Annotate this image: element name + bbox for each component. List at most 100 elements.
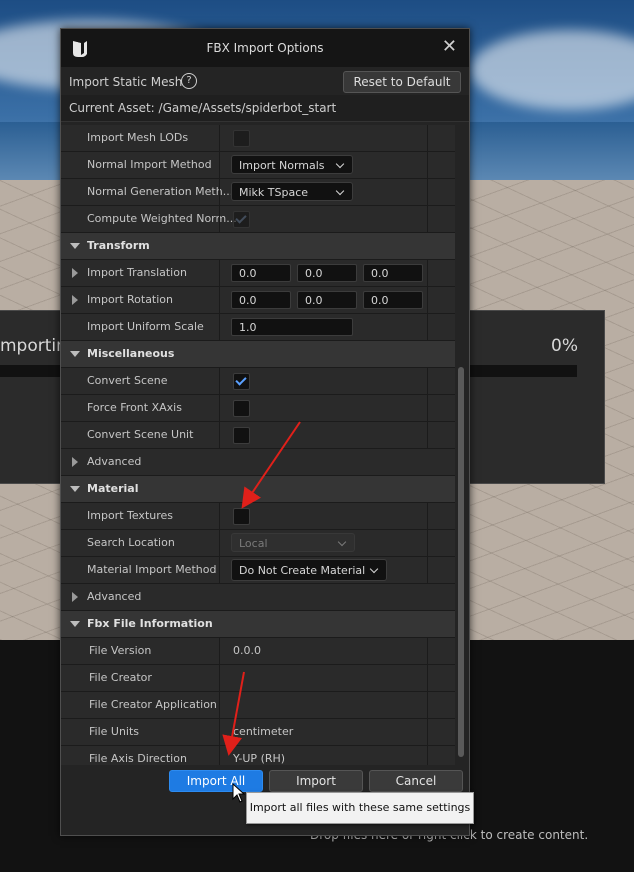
convert-scene-unit-checkbox[interactable] (233, 427, 250, 444)
chevron-down-icon (337, 537, 347, 547)
material-import-method-label: Material Import Method (87, 563, 217, 576)
current-asset-row: Current Asset: /Game/Assets/spiderbot_st… (61, 95, 469, 122)
collapsed-arrow-icon (72, 457, 78, 467)
import-button[interactable]: Import (269, 770, 363, 792)
search-location-dropdown[interactable]: Local (231, 533, 355, 552)
rotation-y-input[interactable]: 0.0 (297, 291, 357, 309)
row-file-axis-direction: File Axis Direction Y-UP (RH) (61, 746, 455, 765)
row-import-rotation: Import Rotation 0.0 0.0 0.0 (61, 287, 455, 314)
import-translation-label: Import Translation (87, 266, 187, 279)
import-all-button[interactable]: Import All (169, 770, 263, 792)
rotation-z-input[interactable]: 0.0 (363, 291, 423, 309)
expand-arrow-icon (70, 486, 80, 492)
category-fbx-file-information-label: Fbx File Information (87, 617, 213, 630)
import-type-header: Import Static Mesh ? Reset to Default (61, 67, 469, 95)
import-type-label: Import Static Mesh (69, 75, 183, 89)
row-advanced-material[interactable]: Advanced (61, 584, 455, 611)
row-material-import-method: Material Import Method Do Not Create Mat… (61, 557, 455, 584)
normal-generation-method-value: Mikk TSpace (239, 186, 309, 199)
import-rotation-label: Import Rotation (87, 293, 174, 306)
convert-scene-label: Convert Scene (87, 374, 168, 387)
expand-arrow-icon (70, 621, 80, 627)
advanced-misc-label: Advanced (87, 455, 142, 468)
import-uniform-scale-label: Import Uniform Scale (87, 320, 204, 333)
material-import-method-dropdown[interactable]: Do Not Create Material (231, 559, 387, 581)
file-axis-direction-value: Y-UP (RH) (233, 752, 286, 765)
dialog-title: FBX Import Options (206, 41, 324, 55)
import-mesh-lods-checkbox[interactable] (233, 130, 250, 147)
scrollbar-thumb[interactable] (458, 367, 464, 757)
row-advanced-misc[interactable]: Advanced (61, 449, 455, 476)
row-force-front-xaxis: Force Front XAxis (61, 395, 455, 422)
row-normal-generation-method: Normal Generation Meth... Mikk TSpace (61, 179, 455, 206)
chevron-down-icon (369, 564, 379, 574)
row-convert-scene-unit: Convert Scene Unit (61, 422, 455, 449)
uniform-scale-input[interactable]: 1.0 (231, 318, 353, 336)
rotation-x-input[interactable]: 0.0 (231, 291, 291, 309)
compute-weighted-normals-label: Compute Weighted Norm... (87, 212, 237, 225)
normal-import-method-dropdown[interactable]: Import Normals (231, 155, 353, 174)
property-list: Import Mesh LODs Normal Import Method Im… (61, 125, 469, 765)
category-material[interactable]: Material (61, 476, 455, 503)
file-units-value: centimeter (233, 725, 294, 738)
search-location-value: Local (239, 537, 268, 550)
material-import-method-value: Do Not Create Material (239, 564, 366, 577)
dialog-titlebar[interactable]: FBX Import Options ✕ (61, 29, 469, 67)
import-textures-label: Import Textures (87, 509, 174, 522)
fbx-import-dialog: FBX Import Options ✕ Import Static Mesh … (60, 28, 470, 836)
row-search-location: Search Location Local (61, 530, 455, 557)
file-creator-label: File Creator (89, 671, 152, 684)
translation-y-input[interactable]: 0.0 (297, 264, 357, 282)
mouse-cursor-icon (232, 783, 246, 803)
category-miscellaneous-label: Miscellaneous (87, 347, 175, 360)
row-normal-import-method: Normal Import Method Import Normals (61, 152, 455, 179)
convert-scene-checkbox[interactable] (233, 373, 250, 390)
file-version-label: File Version (89, 644, 152, 657)
convert-scene-unit-label: Convert Scene Unit (87, 428, 194, 441)
force-front-xaxis-checkbox[interactable] (233, 400, 250, 417)
close-button[interactable]: ✕ (442, 37, 457, 57)
category-fbx-file-information[interactable]: Fbx File Information (61, 611, 455, 638)
row-compute-weighted-normals: Compute Weighted Norm... (61, 206, 455, 233)
category-transform-label: Transform (87, 239, 150, 252)
row-file-creator: File Creator (61, 665, 455, 692)
file-units-label: File Units (89, 725, 140, 738)
collapsed-arrow-icon[interactable] (72, 268, 78, 278)
file-creator-application-label: File Creator Application (89, 698, 217, 711)
search-location-label: Search Location (87, 536, 175, 549)
normal-import-method-value: Import Normals (239, 159, 325, 172)
scrollbar[interactable] (455, 125, 469, 765)
normal-generation-method-label: Normal Generation Meth... (87, 185, 234, 198)
row-file-creator-application: File Creator Application (61, 692, 455, 719)
import-mesh-lods-label: Import Mesh LODs (87, 131, 189, 144)
file-version-value: 0.0.0 (233, 644, 261, 657)
collapsed-arrow-icon[interactable] (72, 295, 78, 305)
current-asset-label: Current Asset: /Game/Assets/spiderbot_st… (69, 101, 337, 115)
chevron-down-icon (335, 159, 345, 169)
cancel-button[interactable]: Cancel (369, 770, 463, 792)
category-material-label: Material (87, 482, 139, 495)
expand-arrow-icon (70, 243, 80, 249)
expand-arrow-icon (70, 351, 80, 357)
help-icon[interactable]: ? (181, 73, 197, 89)
category-miscellaneous[interactable]: Miscellaneous (61, 341, 455, 368)
reset-to-default-button[interactable]: Reset to Default (343, 71, 461, 93)
row-file-version: File Version 0.0.0 (61, 638, 455, 665)
row-import-textures: Import Textures (61, 503, 455, 530)
force-front-xaxis-label: Force Front XAxis (87, 401, 182, 414)
import-textures-checkbox[interactable] (233, 508, 250, 525)
progress-percent: 0% (551, 336, 578, 356)
translation-z-input[interactable]: 0.0 (363, 264, 423, 282)
row-import-uniform-scale: Import Uniform Scale 1.0 (61, 314, 455, 341)
normal-import-method-label: Normal Import Method (87, 158, 212, 171)
normal-generation-method-dropdown[interactable]: Mikk TSpace (231, 182, 353, 201)
translation-x-input[interactable]: 0.0 (231, 264, 291, 282)
row-convert-scene: Convert Scene (61, 368, 455, 395)
compute-weighted-normals-checkbox[interactable] (233, 211, 250, 228)
row-import-mesh-lods: Import Mesh LODs (61, 125, 455, 152)
chevron-down-icon (335, 186, 345, 196)
file-axis-direction-label: File Axis Direction (89, 752, 187, 765)
collapsed-arrow-icon (72, 592, 78, 602)
import-all-tooltip: Import all files with these same setting… (246, 792, 474, 824)
category-transform[interactable]: Transform (61, 233, 455, 260)
